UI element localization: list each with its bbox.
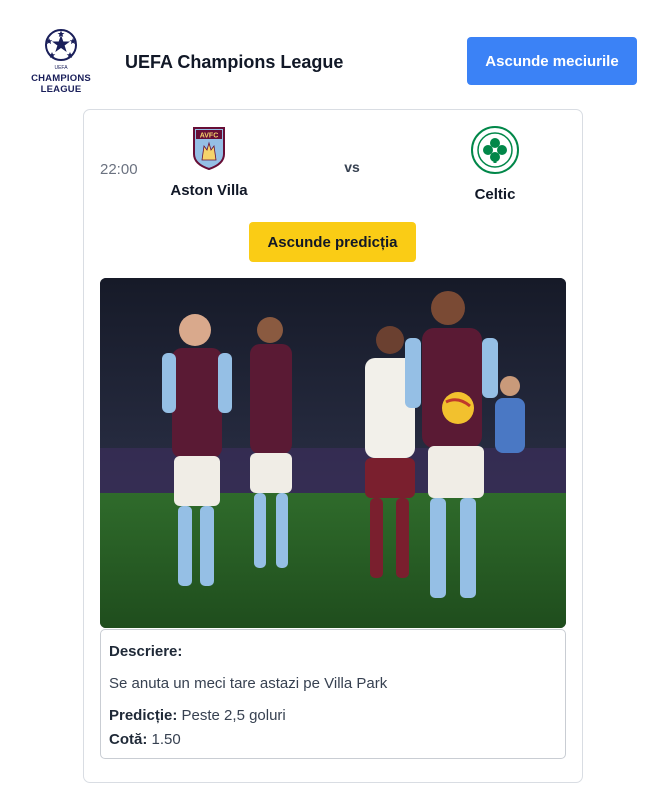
match-time: 22:00 [100, 161, 138, 178]
away-team-name: Celtic [474, 186, 516, 203]
logo-text-champions: CHAMPIONS [31, 73, 91, 84]
prediction-label: Predicție: [109, 707, 178, 724]
home-team-name: Aston Villa [170, 182, 248, 199]
odds-label: Cotă: [109, 731, 148, 748]
prediction-value: Peste 2,5 goluri [181, 707, 286, 724]
aston-villa-crest-icon: AVFC [193, 127, 225, 170]
match-photo [100, 278, 566, 628]
logo-text-league: LEAGUE [40, 84, 82, 95]
hide-prediction-button[interactable]: Ascunde predicția [249, 222, 416, 262]
away-team: Celtic [440, 126, 550, 203]
prediction-row: Predicție: Peste 2,5 goluri [109, 707, 286, 724]
svg-text:AVFC: AVFC [200, 133, 219, 140]
page-header: UEFA CHAMPIONS LEAGUE UEFA Champions Lea… [0, 0, 665, 120]
vs-label: vs [344, 159, 360, 175]
description-text: Se anuta un meci tare astazi pe Villa Pa… [109, 675, 388, 692]
home-team: AVFC Aston Villa [154, 126, 264, 199]
svg-text:UEFA: UEFA [54, 65, 68, 71]
hide-matches-button[interactable]: Ascunde meciurile [467, 37, 637, 85]
league-title: UEFA Champions League [125, 52, 344, 72]
starball-icon: UEFA [45, 29, 77, 71]
odds-value: 1.50 [151, 731, 181, 748]
description-label: Descriere: [109, 643, 183, 660]
prediction-details: Descriere: Se anuta un meci tare astazi … [100, 629, 566, 759]
match-card: 22:00 AVFC Aston Villa vs Celtic Ascunde… [83, 109, 583, 783]
match-photo-image [100, 278, 566, 628]
champions-league-logo: UEFA CHAMPIONS LEAGUE [22, 26, 100, 96]
celtic-crest-icon [471, 126, 519, 174]
odds-row: Cotă: 1.50 [109, 731, 181, 748]
